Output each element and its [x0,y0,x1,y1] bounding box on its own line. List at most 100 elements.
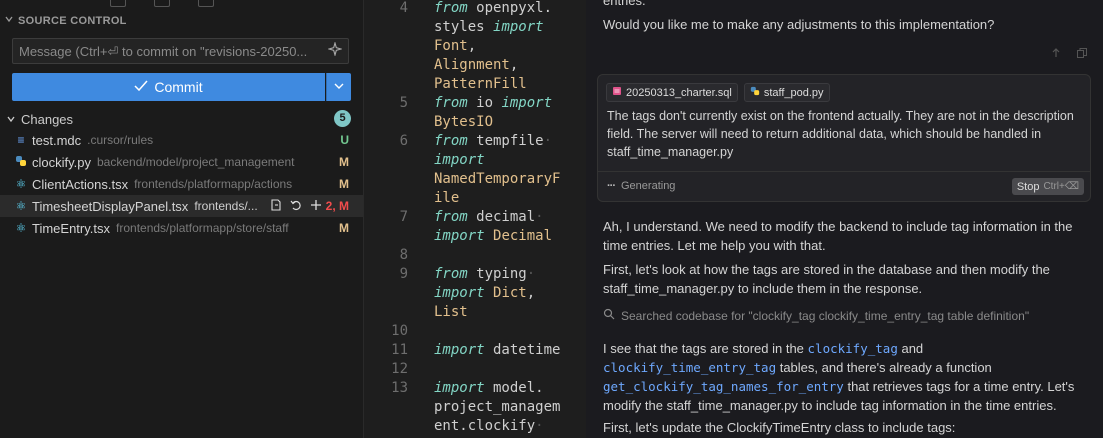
copy-icon[interactable] [1076,46,1088,64]
stop-label: Stop [1016,180,1040,193]
changed-file-item[interactable]: ⚛ TimeEntry.tsx frontends/platformapp/st… [0,217,363,239]
assistant-text: First, let's update the ClockifyTimeEntr… [603,420,956,435]
line-number: 9 [399,266,408,282]
code-line: BytesIO [434,114,494,130]
file-path: .cursor/rules [87,133,154,147]
card-divider [598,171,1090,172]
text-fragment: and [901,341,924,356]
line-number: 13 [391,380,408,396]
line-number: 7 [399,209,408,225]
code-line: from typing· [434,266,536,282]
commit-message-box[interactable] [12,38,349,64]
line-number: 10 [391,323,408,339]
changed-file-item[interactable]: ≡ test.mdc .cursor/rules U [0,129,363,151]
open-file-icon[interactable] [269,198,283,215]
message-actions [1050,46,1088,64]
code-line: ent.clockify· [434,418,544,434]
stop-button[interactable]: Stop Ctrl+⌫ [1011,178,1084,195]
search-text: Searched codebase for "clockify_tag cloc… [621,308,1030,323]
commit-message-input[interactable] [13,42,321,60]
code-line: ile [434,190,460,206]
changed-file-item[interactable]: ⚛ ClientActions.tsx frontends/platformap… [0,173,363,195]
line-number: 4 [399,0,408,16]
commit-button[interactable]: Commit [12,73,325,101]
line-number: 11 [391,342,408,358]
file-path: frontends/... [194,199,258,213]
inline-code: clockify_tag [807,341,898,356]
react-icon: ⚛ [15,221,27,235]
code-line: import Decimal [434,228,553,244]
toolbar-icons [110,0,242,12]
attachment-name: staff_pod.py [763,86,824,99]
changes-count-badge: 5 [334,110,351,127]
code-line: styles import [434,19,544,35]
commit-label: Commit [154,79,203,95]
assistant-text: First, let's look at how the tags are st… [603,262,1050,296]
generating-status: ··· Generating [607,180,675,192]
changed-file-item[interactable]: ⚛ TimesheetDisplayPanel.tsx frontends/..… [0,195,363,217]
python-icon [750,86,760,99]
commit-dropdown-button[interactable] [326,73,351,101]
code-line: Alignment, [434,57,527,73]
toolbar-icon[interactable] [198,0,214,7]
code-line: import Dict, [434,285,544,301]
file-path: backend/model/project_management [97,155,295,169]
code-line: import [434,152,485,168]
line-number: 12 [391,361,408,377]
toolbar-icon[interactable] [110,0,126,7]
user-message-card[interactable]: 20250313_charter.sql staff_pod.py The ta… [597,74,1091,202]
stop-shortcut: Ctrl+⌫ [1043,181,1079,192]
toolbar-icon[interactable] [154,0,170,7]
search-result[interactable]: Searched codebase for "clockify_tag cloc… [603,308,1029,323]
file-status: 2, M [325,199,349,213]
user-message-text: The tags don't currently exist on the fr… [607,109,1074,159]
code-line: Font, [434,38,485,54]
chevron-down-icon [333,78,345,96]
stage-changes-icon[interactable] [309,198,323,215]
ai-chat-panel: entries. Would you like me to make any a… [586,0,1103,438]
file-name: test.mdc [32,132,82,148]
assistant-text: Ah, I understand. We need to modify the … [603,219,1073,253]
discard-changes-icon[interactable] [289,198,303,215]
file-status: M [339,221,349,235]
changed-file-item[interactable]: clockify.py backend/model/project_manage… [0,151,363,173]
attachment-name: 20250313_charter.sql [626,86,732,99]
attachment-pill[interactable]: staff_pod.py [743,83,830,102]
info-icon: ≡ [17,133,25,147]
code-line: List [434,304,468,320]
file-status: M [339,155,349,169]
check-icon [134,79,148,95]
line-number: 6 [399,133,408,149]
file-name: TimeEntry.tsx [32,220,111,236]
inline-code: get_clockify_tag_names_for_entry [603,379,844,394]
chevron-down-icon [4,14,14,27]
line-number: 8 [399,247,408,263]
source-control-panel: SOURCE CONTROL Commit Changes 5 ≡ test.m… [0,0,363,438]
code-line: import model. [434,380,544,396]
assistant-text: Would you like me to make any adjustment… [603,17,995,32]
code-line: import datetime [434,342,561,358]
code-editor[interactable]: 4 5 6 7 8 9 10 11 12 13 from openpyxl. s… [364,0,586,438]
line-number: 5 [399,95,408,111]
editor-scrollbar[interactable] [576,0,586,438]
code-line: from decimal· [434,209,544,225]
file-actions [265,197,323,215]
code-line: NamedTemporaryF [434,171,561,187]
file-name: ClientActions.tsx [32,176,129,192]
attachments: 20250313_charter.sql staff_pod.py [606,83,830,102]
changes-label: Changes [21,111,74,127]
text-fragment: tables, and there's already a function [779,360,992,375]
code-line: from io import [434,95,553,111]
file-path: frontends/platformapp/actions [134,177,293,191]
assistant-text: entries. [603,0,646,8]
source-control-title: SOURCE CONTROL [18,14,127,27]
arrow-up-icon[interactable] [1050,46,1062,64]
ellipsis-icon: ··· [607,180,616,192]
source-control-header[interactable]: SOURCE CONTROL [4,14,127,27]
attachment-pill[interactable]: 20250313_charter.sql [606,83,738,102]
file-status: M [339,177,349,191]
react-icon: ⚛ [15,177,27,191]
text-fragment: I see that the tags are stored in the [603,341,804,356]
sparkle-icon[interactable] [326,40,344,60]
changes-header[interactable]: Changes 5 [6,110,351,128]
